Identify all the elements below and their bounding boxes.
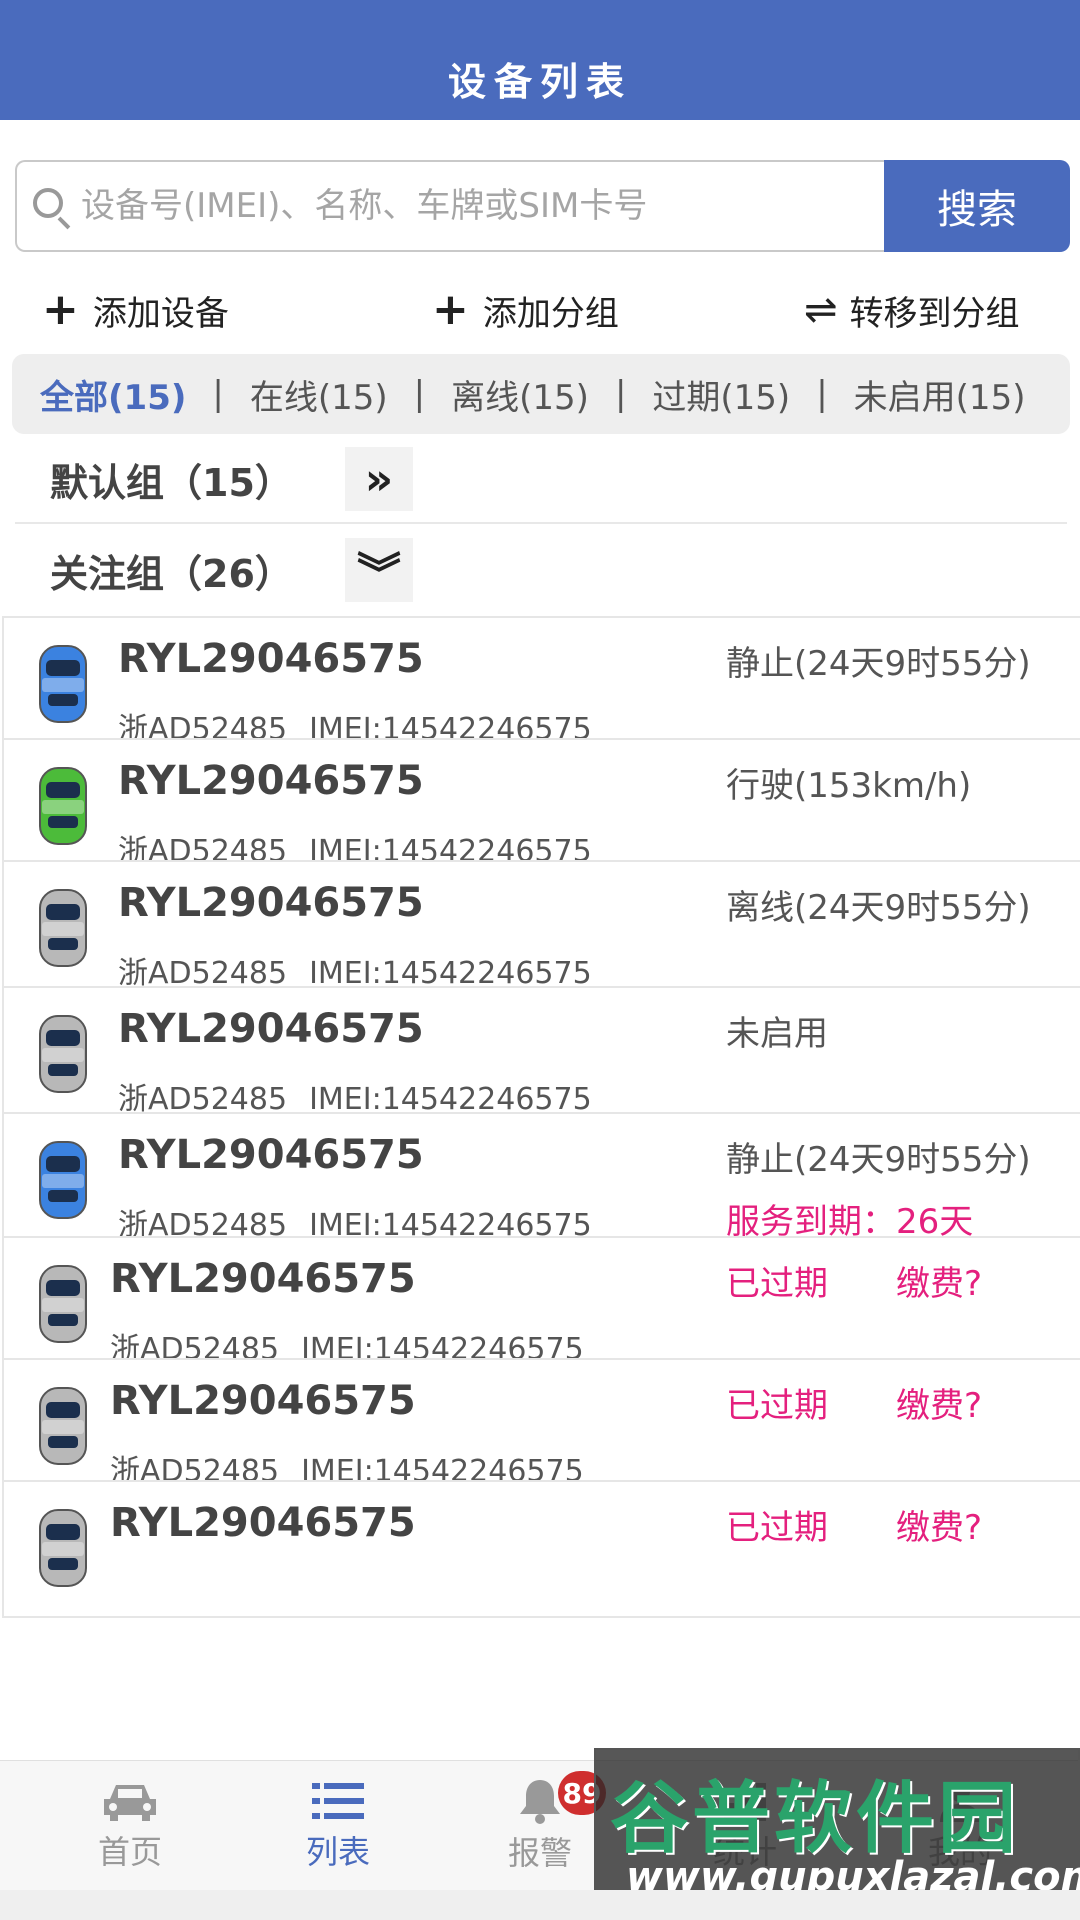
add-device-button[interactable]: + 添加设备 [42, 280, 229, 340]
device-status: 离线(24天9时55分) [726, 888, 1031, 928]
action-bar: + 添加设备 + 添加分组 ⇌ 转移到分组 [0, 280, 1080, 340]
device-status: 未启用 [726, 1014, 828, 1054]
pay-fee-link[interactable]: 缴费? [896, 1378, 982, 1427]
filter-separator: | [614, 374, 627, 414]
tab-home[interactable]: 首页 [30, 1761, 230, 1891]
tab-list-label: 列表 [305, 1833, 370, 1871]
pay-fee-link[interactable]: 缴费? [896, 1256, 982, 1305]
list-item[interactable]: RYL29046575 浙AD52485 IMEI:14542246575 已过期… [2, 1236, 1080, 1374]
page-title: 设备列表 [447, 59, 632, 104]
filter-online[interactable]: 在线(15) [250, 370, 388, 419]
device-name: RYL29046575 [118, 880, 424, 926]
move-to-group-button[interactable]: ⇌ 转移到分组 [804, 280, 1020, 340]
search-field-container[interactable] [15, 160, 884, 252]
search-input[interactable] [81, 186, 884, 226]
expired-label: 已过期 [726, 1508, 828, 1548]
list-item[interactable]: RYL29046575 浙AD52485 IMEI:14542246575 离线(… [2, 860, 1080, 998]
double-chevron-right-icon[interactable]: » [345, 447, 413, 511]
search-bar: 搜索 [15, 160, 1070, 252]
swap-arrows-icon: ⇌ [804, 287, 838, 333]
add-group-button[interactable]: + 添加分组 [432, 280, 619, 340]
car-icon [39, 1015, 87, 1093]
move-to-group-label: 转移到分组 [849, 293, 1020, 334]
list-item[interactable]: RYL29046575 浙AD52485 IMEI:14542246575 静止(… [2, 1112, 1080, 1250]
add-device-label: 添加设备 [92, 293, 229, 334]
car-icon [39, 645, 87, 723]
status-filter-bar: 全部(15) | 在线(15) | 离线(15) | 过期(15) | 未启用(… [12, 354, 1070, 434]
list-item[interactable]: RYL29046575 浙AD52485 IMEI:14542246575 行驶(… [2, 738, 1080, 876]
search-icon [29, 184, 73, 230]
plus-icon: + [42, 284, 79, 335]
tab-home-label: 首页 [97, 1833, 162, 1871]
group-title: 关注组（26） [50, 551, 293, 596]
add-group-label: 添加分组 [482, 293, 619, 334]
car-icon [39, 767, 87, 845]
app-header: 设备列表 [0, 0, 1080, 120]
watermark-logo: 谷普软件园 www.gupuxlazal.com [594, 1748, 1080, 1910]
device-status: 静止(24天9时55分) [726, 644, 1031, 684]
filter-inactive[interactable]: 未启用(15) [854, 370, 1026, 419]
expired-label: 已过期 [726, 1386, 828, 1426]
device-name: RYL29046575 [118, 1132, 424, 1178]
device-name: RYL29046575 [110, 1256, 416, 1302]
car-icon [39, 889, 87, 967]
double-chevron-down-icon[interactable]: ︾ [345, 538, 413, 602]
filter-all[interactable]: 全部(15) [40, 370, 186, 419]
filter-separator: | [413, 374, 426, 414]
list-item[interactable]: RYL29046575 浙AD52485 IMEI:14542246575 静止(… [2, 616, 1080, 754]
filter-expired[interactable]: 过期(15) [652, 370, 790, 419]
filter-separator: | [816, 374, 828, 414]
device-name: RYL29046575 [118, 1006, 424, 1052]
filter-offline[interactable]: 离线(15) [451, 370, 589, 419]
device-list: RYL29046575 浙AD52485 IMEI:14542246575 静止(… [0, 616, 1080, 1760]
list-icon [312, 1783, 364, 1819]
device-name: RYL29046575 [118, 636, 424, 682]
device-status: 静止(24天9时55分) [726, 1140, 1031, 1180]
list-item[interactable]: RYL29046575 浙AD52485 IMEI:14542246575 未启用 [2, 986, 1080, 1124]
watermark-title: 谷普软件园 [610, 1774, 1021, 1864]
list-item[interactable]: RYL29046575 浙AD52485 IMEI:14542246575 已过期… [2, 1358, 1080, 1496]
pay-fee-link[interactable]: 缴费? [896, 1500, 982, 1549]
search-button[interactable]: 搜索 [884, 160, 1070, 252]
device-name: RYL29046575 [118, 758, 424, 804]
filter-separator: | [212, 374, 224, 414]
car-icon [39, 1509, 87, 1587]
plus-icon: + [432, 284, 469, 335]
group-title: 默认组（15） [50, 460, 293, 505]
expired-label: 已过期 [726, 1264, 828, 1304]
group-followed[interactable]: 关注组（26） ︾ [15, 526, 1067, 614]
device-status: 行驶(153km/h) [726, 766, 972, 806]
car-icon [39, 1265, 87, 1343]
group-default[interactable]: 默认组（15） » [15, 436, 1067, 524]
bell-icon [520, 1780, 560, 1824]
car-front-icon [104, 1785, 156, 1821]
device-name: RYL29046575 [110, 1500, 416, 1546]
list-item[interactable]: RYL29046575 已过期 缴费? [2, 1480, 1080, 1618]
car-icon [39, 1141, 87, 1219]
tab-alarm-label: 报警 [507, 1834, 572, 1872]
tab-list[interactable]: 列表 [238, 1761, 438, 1891]
car-icon [39, 1387, 87, 1465]
device-name: RYL29046575 [110, 1378, 416, 1424]
bottom-strip [0, 1890, 1080, 1920]
